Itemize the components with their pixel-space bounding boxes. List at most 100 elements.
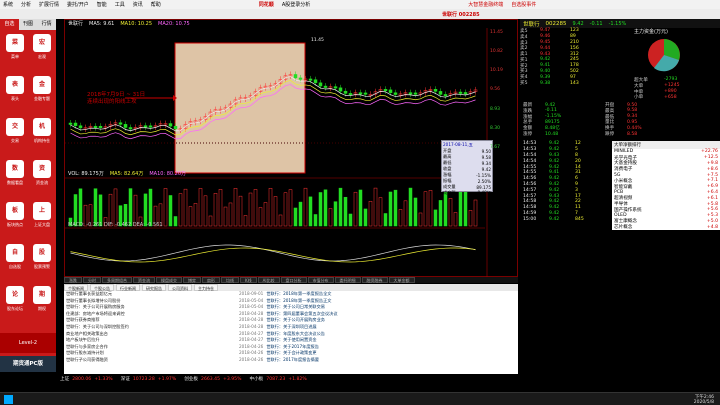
news-tab[interactable]: 主力持仓 xyxy=(194,284,218,291)
news-tab[interactable]: 研究报告 xyxy=(142,284,166,291)
news-tab[interactable]: 个股新闻 xyxy=(64,284,88,291)
sector-name[interactable]: 消费电子 xyxy=(614,166,632,172)
news-title[interactable]: 世联行子公司获得融资 xyxy=(66,357,236,364)
index-item[interactable]: 中小板 7087.23 +1.82% xyxy=(249,375,306,383)
announcement-title[interactable]: 世联行：关于深圳项目进展 xyxy=(266,324,316,331)
news-row[interactable]: 世联行董事长获益超亿元 2018-09-01 世联行：2018年第一季度报告全文 xyxy=(64,291,518,298)
sidebar-item[interactable]: 菜菜单 xyxy=(2,32,28,70)
futures-pc-button[interactable]: 期货通PC版 xyxy=(0,356,56,372)
sector-name[interactable]: 智能穿戴 xyxy=(614,184,632,190)
announcement-title[interactable]: 世联行：2017年度报告摘要 xyxy=(266,357,319,364)
sector-name[interactable]: 芯片概念 xyxy=(614,224,632,230)
sector-row[interactable]: 芯片概念 +4.8 xyxy=(612,224,720,231)
indicator-tab[interactable]: AI比较 xyxy=(257,277,280,283)
news-row[interactable]: 住建部：房地产市场将迎来调控 2018-04-28 世联行：第四届董事会第五次会议决… xyxy=(64,311,518,318)
sector-value: +4.8 xyxy=(706,224,718,230)
menu-item[interactable]: 智能 xyxy=(97,1,107,8)
announcement-title[interactable]: 世联行：关于公司日常关联交易 xyxy=(266,304,325,311)
menu-item[interactable]: 工具 xyxy=(115,1,125,8)
news-row[interactable]: 商业地产相关政策出台 2018-04-27 世联行：年度股东大会决议公告 xyxy=(64,331,518,338)
menu-item[interactable]: 委托/开户 xyxy=(67,1,89,8)
sidebar-item[interactable]: 宏宏观 xyxy=(29,32,55,70)
announcement-title[interactable]: 世联行：2018年第一季度报告全文 xyxy=(266,291,331,298)
news-title[interactable]: 世联行：关于公司与深圳控股签约 xyxy=(66,324,236,331)
level2-label[interactable]: Level-2 xyxy=(0,333,56,353)
news-title[interactable]: 世联行与多家房企合作 xyxy=(66,344,236,351)
indicator-tab[interactable]: 资金流 xyxy=(133,277,155,283)
sidebar-item[interactable]: 资资金流 xyxy=(29,158,55,196)
indicator-tab[interactable]: 涨跌 xyxy=(64,277,82,283)
sector-name[interactable]: 国产操作系统 xyxy=(614,207,642,213)
news-row[interactable]: 世联行子公司获得融资 2018-04-26 世联行：2017年度报告摘要 xyxy=(64,357,518,364)
news-tab[interactable]: 行业新闻 xyxy=(116,284,140,291)
announcement-title[interactable]: 世联行：关于会计政策变更 xyxy=(266,350,316,357)
news-title[interactable]: 世联行董事长拟增持公司股份 xyxy=(66,298,236,305)
indicator-tab[interactable]: 均线 xyxy=(221,277,239,283)
indicator-tab[interactable]: 委托明细 xyxy=(334,277,361,283)
windows-start-icon[interactable] xyxy=(4,395,13,404)
sector-name[interactable]: OLED xyxy=(614,213,627,218)
news-title[interactable]: 世联行股东减持计划 xyxy=(66,350,236,357)
news-row[interactable]: 地产板块午后拉升 2018-04-27 世联行：关于使用闲置资金 xyxy=(64,337,518,344)
menu-item[interactable]: 资讯 xyxy=(133,1,143,8)
index-item[interactable]: 深证 10723.28 +1.97% xyxy=(121,375,177,383)
announcement-title[interactable]: 世联行：关于使用闲置资金 xyxy=(266,337,316,344)
sidebar-item[interactable]: 表表头 xyxy=(2,74,28,112)
event-link[interactable]: 自选股事件 xyxy=(511,1,536,8)
sidebar-item-label: 金融专题 xyxy=(34,96,50,101)
tab-charts[interactable]: 刊图 xyxy=(19,19,38,30)
sector-name[interactable]: MINILED xyxy=(614,149,633,154)
sector-name[interactable]: 5G xyxy=(614,173,620,178)
news-row[interactable]: 世联行：关于公司开展购房服务 2018-05-04 世联行：关于公司日常关联交易 xyxy=(64,304,518,311)
indicator-tab[interactable]: 分时 xyxy=(83,277,101,283)
tab-favorites[interactable]: 自选 xyxy=(0,19,19,30)
news-title[interactable]: 商业地产相关政策出台 xyxy=(66,331,236,338)
sidebar-item[interactable]: 交交易 xyxy=(2,116,28,154)
news-tab[interactable]: 个股公告 xyxy=(90,284,114,291)
tab-quotes[interactable]: 行情 xyxy=(37,19,56,30)
indicator-tab[interactable]: 博弈 xyxy=(183,277,201,283)
sidebar-item[interactable]: 股股票预警 xyxy=(29,242,55,280)
announcement-title[interactable]: 世联行：关于公司开展购房业务 xyxy=(266,317,325,324)
indicator-tab[interactable]: 盘口分析 xyxy=(280,277,307,283)
news-row[interactable]: 世联行与多家房企合作 2018-04-26 世联行：关于2017年度报告 xyxy=(64,344,518,351)
news-row[interactable]: 世联行：关于公司与深圳控股签约 2018-04-28 世联行：关于深圳项目进展 xyxy=(64,324,518,331)
announcement-title[interactable]: 世联行：第四届董事会第五次会议决议 xyxy=(266,311,337,318)
sidebar-item[interactable]: 机机构持仓 xyxy=(29,116,55,154)
news-row[interactable]: 世联行董事长拟增持公司股份 2018-05-04 世联行：2018年第一季度报告正文 xyxy=(64,298,518,305)
news-row[interactable]: 世联行获券商推荐 2018-04-28 世联行：关于公司开展购房业务 xyxy=(64,317,518,324)
announcement-title[interactable]: 世联行：年度股东大会决议公告 xyxy=(266,331,325,338)
indicator-tab[interactable]: 大单金额 xyxy=(388,277,415,283)
news-title[interactable]: 世联行获券商推荐 xyxy=(66,317,236,324)
sidebar-item[interactable]: 板板块热点 xyxy=(2,200,28,238)
sidebar-item[interactable]: 论股东论坛 xyxy=(2,284,28,322)
sidebar-item[interactable]: 期期权 xyxy=(29,284,55,322)
index-item[interactable]: 上证 2800.06 +1.33% xyxy=(60,375,113,383)
menu-item[interactable]: 分析 xyxy=(21,1,31,8)
index-item[interactable]: 创业板 2663.45 +3.95% xyxy=(184,375,241,383)
sidebar-item[interactable]: 数数据看盘 xyxy=(2,158,28,196)
indicator-tab[interactable]: 市值分布 xyxy=(307,277,334,283)
news-title[interactable]: 世联行董事长获益超亿元 xyxy=(66,291,236,298)
sidebar-item[interactable]: 自自选股 xyxy=(2,242,28,280)
indicator-tab[interactable]: 扇形 xyxy=(202,277,220,283)
news-title[interactable]: 世联行：关于公司开展购房服务 xyxy=(66,304,236,311)
indicator-tab[interactable]: K线 xyxy=(240,277,257,283)
news-tab[interactable]: 公司资料 xyxy=(168,284,192,291)
menu-item[interactable]: 帮助 xyxy=(151,1,161,8)
menu-item[interactable]: 扩展行情 xyxy=(39,1,59,8)
tick-time: 14:59 xyxy=(523,210,537,216)
news-row[interactable]: 世联行股东减持计划 2018-04-26 世联行：关于会计政策变更 xyxy=(64,350,518,357)
news-title[interactable]: 住建部：房地产市场将迎来调控 xyxy=(66,311,236,318)
indicator-tab[interactable]: 融资融券 xyxy=(361,277,388,283)
kline-chart-panel[interactable]: 世联行 MA5: 9.61 MA10: 10.25 MA20: 10.75 20… xyxy=(64,19,518,277)
announcement-title[interactable]: 世联行：2018年第一季度报告正文 xyxy=(266,298,331,305)
sector-name[interactable]: PCB xyxy=(614,190,623,195)
indicator-tab[interactable]: 操盘成交 xyxy=(156,277,182,283)
menu-item[interactable]: 系统 xyxy=(3,1,13,8)
indicator-tab[interactable]: 多周期组合 xyxy=(102,277,132,283)
announcement-title[interactable]: 世联行：关于2017年度报告 xyxy=(266,344,319,351)
sidebar-item[interactable]: 金金融专题 xyxy=(29,74,55,112)
news-title[interactable]: 地产板块午后拉升 xyxy=(66,337,236,344)
sidebar-item[interactable]: 上上证大盘 xyxy=(29,200,55,238)
